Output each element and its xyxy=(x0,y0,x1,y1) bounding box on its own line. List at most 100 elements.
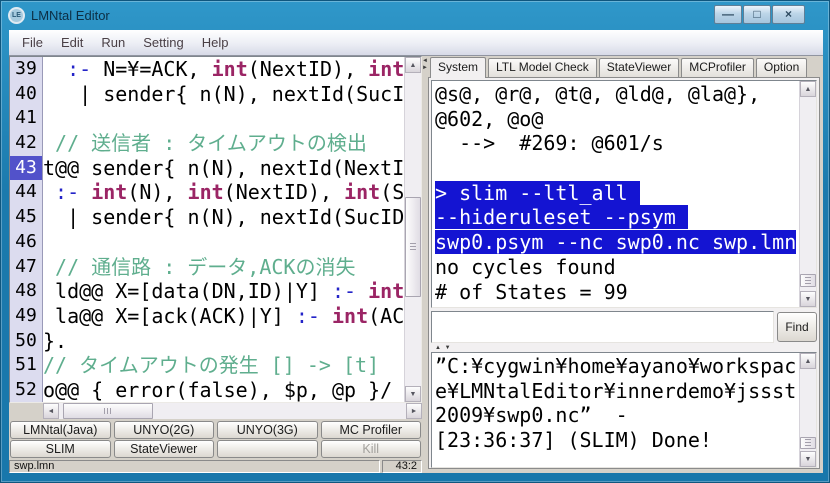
output-line-3: 2009¥swp0.nc” - xyxy=(435,403,799,428)
code-line-44: :- int(N), int(NextID), int(SucID) xyxy=(43,180,404,205)
line-number-44: 44 xyxy=(10,180,42,205)
scroll-down-icon[interactable]: ▼ xyxy=(800,291,816,307)
line-number-50: 50 xyxy=(10,329,42,354)
app-icon: LE xyxy=(8,7,25,24)
code-line-52: o@@ { error(false), $p, @p }/ xyxy=(43,378,404,402)
menu-setting[interactable]: Setting xyxy=(134,32,192,53)
run-button-kill[interactable]: Kill xyxy=(321,440,422,458)
scrollbar-thumb[interactable] xyxy=(63,403,153,419)
console-text[interactable]: @s@, @r@, @t@, @ld@, @la@},@602, @o@ -->… xyxy=(432,81,799,307)
console-line-3: --> #269: @601/s xyxy=(435,131,799,156)
window-title: LMNtal Editor xyxy=(31,8,110,23)
code-line-47: // 通信路 : データ,ACKの消失 xyxy=(43,255,404,280)
scroll-right-icon[interactable]: ► xyxy=(406,403,422,419)
run-button-unyo-3g[interactable]: UNYO(3G) xyxy=(217,421,318,439)
tab-content: @s@, @r@, @t@, @ld@, @la@},@602, @o@ -->… xyxy=(428,77,820,469)
run-button-mc-profiler[interactable]: MC Profiler xyxy=(321,421,422,439)
app-icon-label: LE xyxy=(12,12,21,19)
code-line-45: | sender{ n(N), nextId(SucID) } xyxy=(43,205,404,230)
system-console[interactable]: @s@, @r@, @t@, @ld@, @la@},@602, @o@ -->… xyxy=(431,80,817,308)
line-number-41: 41 xyxy=(10,106,42,131)
log-output[interactable]: ”C:¥cygwin¥home¥ayano¥workspace¥LMNtalEd… xyxy=(431,352,817,468)
code-line-50: }. xyxy=(43,329,404,354)
run-button-stateviewer[interactable]: StateViewer xyxy=(114,440,215,458)
splitter-collapse-down-icon[interactable]: ▼ xyxy=(445,345,452,351)
code-line-39: :- N=¥=ACK, int(NextID), int(SucID) xyxy=(43,57,404,82)
console-vertical-scrollbar[interactable]: ▲ ▼ xyxy=(799,81,816,307)
tab-bar: SystemLTL Model CheckStateViewerMCProfil… xyxy=(428,56,820,77)
console-line-8: no cycles found xyxy=(435,255,799,280)
title-bar[interactable]: LE LMNtal Editor — □ × xyxy=(1,1,829,30)
scroll-down-icon[interactable]: ▼ xyxy=(800,451,816,467)
tab-ltl-model-check[interactable]: LTL Model Check xyxy=(488,58,597,77)
console-splitter[interactable]: ▲ ▼ xyxy=(431,344,817,352)
line-number-42: 42 xyxy=(10,131,42,156)
run-button-slim[interactable]: SLIM xyxy=(10,440,111,458)
system-panel: SystemLTL Model CheckStateViewerMCProfil… xyxy=(428,56,820,469)
status-cursor-position: 43:2 xyxy=(382,460,422,473)
find-row: Find xyxy=(431,310,817,344)
output-line-1: ”C:¥cygwin¥home¥ayano¥workspac xyxy=(435,354,799,379)
tab-mcprofiler[interactable]: MCProfiler xyxy=(681,58,754,77)
code-line-46 xyxy=(43,230,404,255)
console-line-2: @602, @o@ xyxy=(435,107,799,132)
log-output-text: ”C:¥cygwin¥home¥ayano¥workspace¥LMNtalEd… xyxy=(432,353,799,467)
main-content: 3940414243444546474849505152 :- N=¥=ACK,… xyxy=(9,56,823,473)
scroll-left-icon[interactable]: ◄ xyxy=(43,403,59,419)
scroll-up-icon[interactable]: ▲ xyxy=(405,57,421,73)
code-line-43: t@@ sender{ n(N), nextId(NextID) } xyxy=(43,156,404,181)
editor-horizontal-scrollbar[interactable]: ◄ ► xyxy=(43,403,422,419)
line-number-46: 46 xyxy=(10,230,42,255)
maximize-icon[interactable]: □ xyxy=(743,5,771,24)
console-line-6: --hideruleset --psym xyxy=(435,205,799,230)
editor-vertical-scrollbar[interactable]: ▲ ▼ xyxy=(404,57,421,402)
run-button-grid: LMNtal(Java)UNYO(2G)UNYO(3G)MC Profiler S… xyxy=(10,421,421,458)
line-number-52: 52 xyxy=(10,378,42,403)
output-line-2: e¥LMNtalEditor¥innerdemo¥jssst xyxy=(435,379,799,404)
line-number-39: 39 xyxy=(10,57,42,82)
status-bar: swp.lmn 43:2 xyxy=(9,460,422,473)
console-line-9: # of States = 99 xyxy=(435,280,799,305)
menu-edit[interactable]: Edit xyxy=(52,32,92,53)
code-line-48: ld@@ X=[data(DN,ID)|Y] :- int(ID) xyxy=(43,279,404,304)
run-button-unyo-2g[interactable]: UNYO(2G) xyxy=(114,421,215,439)
close-icon[interactable]: × xyxy=(772,5,805,24)
splitter-collapse-up-icon[interactable]: ▲ xyxy=(435,345,442,351)
scroll-up-icon[interactable]: ▲ xyxy=(800,353,816,369)
line-number-49: 49 xyxy=(10,304,42,329)
line-number-47: 47 xyxy=(10,255,42,280)
scrollbar-thumb[interactable] xyxy=(800,274,816,287)
tab-option[interactable]: Option xyxy=(756,58,807,77)
menu-run[interactable]: Run xyxy=(92,32,134,53)
line-number-45: 45 xyxy=(10,205,42,230)
menu-help[interactable]: Help xyxy=(193,32,238,53)
run-button-empty[interactable] xyxy=(217,440,318,458)
code-editor[interactable]: 3940414243444546474849505152 :- N=¥=ACK,… xyxy=(9,56,422,403)
code-line-41 xyxy=(43,106,404,131)
status-filename: swp.lmn xyxy=(9,460,380,473)
scroll-up-icon[interactable]: ▲ xyxy=(800,81,816,97)
minimize-icon[interactable]: — xyxy=(714,5,742,24)
tab-stateviewer[interactable]: StateViewer xyxy=(599,58,679,77)
code-area[interactable]: :- N=¥=ACK, int(NextID), int(SucID) | se… xyxy=(43,57,404,402)
line-number-40: 40 xyxy=(10,82,42,107)
line-number-43: 43 xyxy=(10,156,42,181)
output-line-4: [23:36:37] (SLIM) Done! xyxy=(435,428,799,453)
lmntal-editor-window: LE LMNtal Editor — □ × FileEditRunSettin… xyxy=(0,0,830,483)
output-vertical-scrollbar[interactable]: ▲ ▼ xyxy=(799,353,816,467)
editor-panel: 3940414243444546474849505152 :- N=¥=ACK,… xyxy=(9,56,422,473)
run-button-lmntal-java[interactable]: LMNtal(Java) xyxy=(10,421,111,439)
find-button[interactable]: Find xyxy=(777,312,817,342)
console-line-7: swp0.psym --nc swp0.nc swp.lmn xyxy=(435,230,799,255)
console-line-1: @s@, @r@, @t@, @ld@, @la@}, xyxy=(435,82,799,107)
line-number-gutter: 3940414243444546474849505152 xyxy=(10,57,43,402)
code-line-42: // 送信者 : タイムアウトの検出 xyxy=(43,131,404,156)
scroll-down-icon[interactable]: ▼ xyxy=(405,386,421,402)
tab-system[interactable]: System xyxy=(430,57,486,78)
find-input[interactable] xyxy=(431,311,774,343)
scrollbar-thumb[interactable] xyxy=(405,197,421,297)
line-number-48: 48 xyxy=(10,279,42,304)
code-line-49: la@@ X=[ack(ACK)|Y] :- int(ACK) xyxy=(43,304,404,329)
scrollbar-thumb[interactable] xyxy=(800,437,816,449)
menu-file[interactable]: File xyxy=(13,32,52,53)
